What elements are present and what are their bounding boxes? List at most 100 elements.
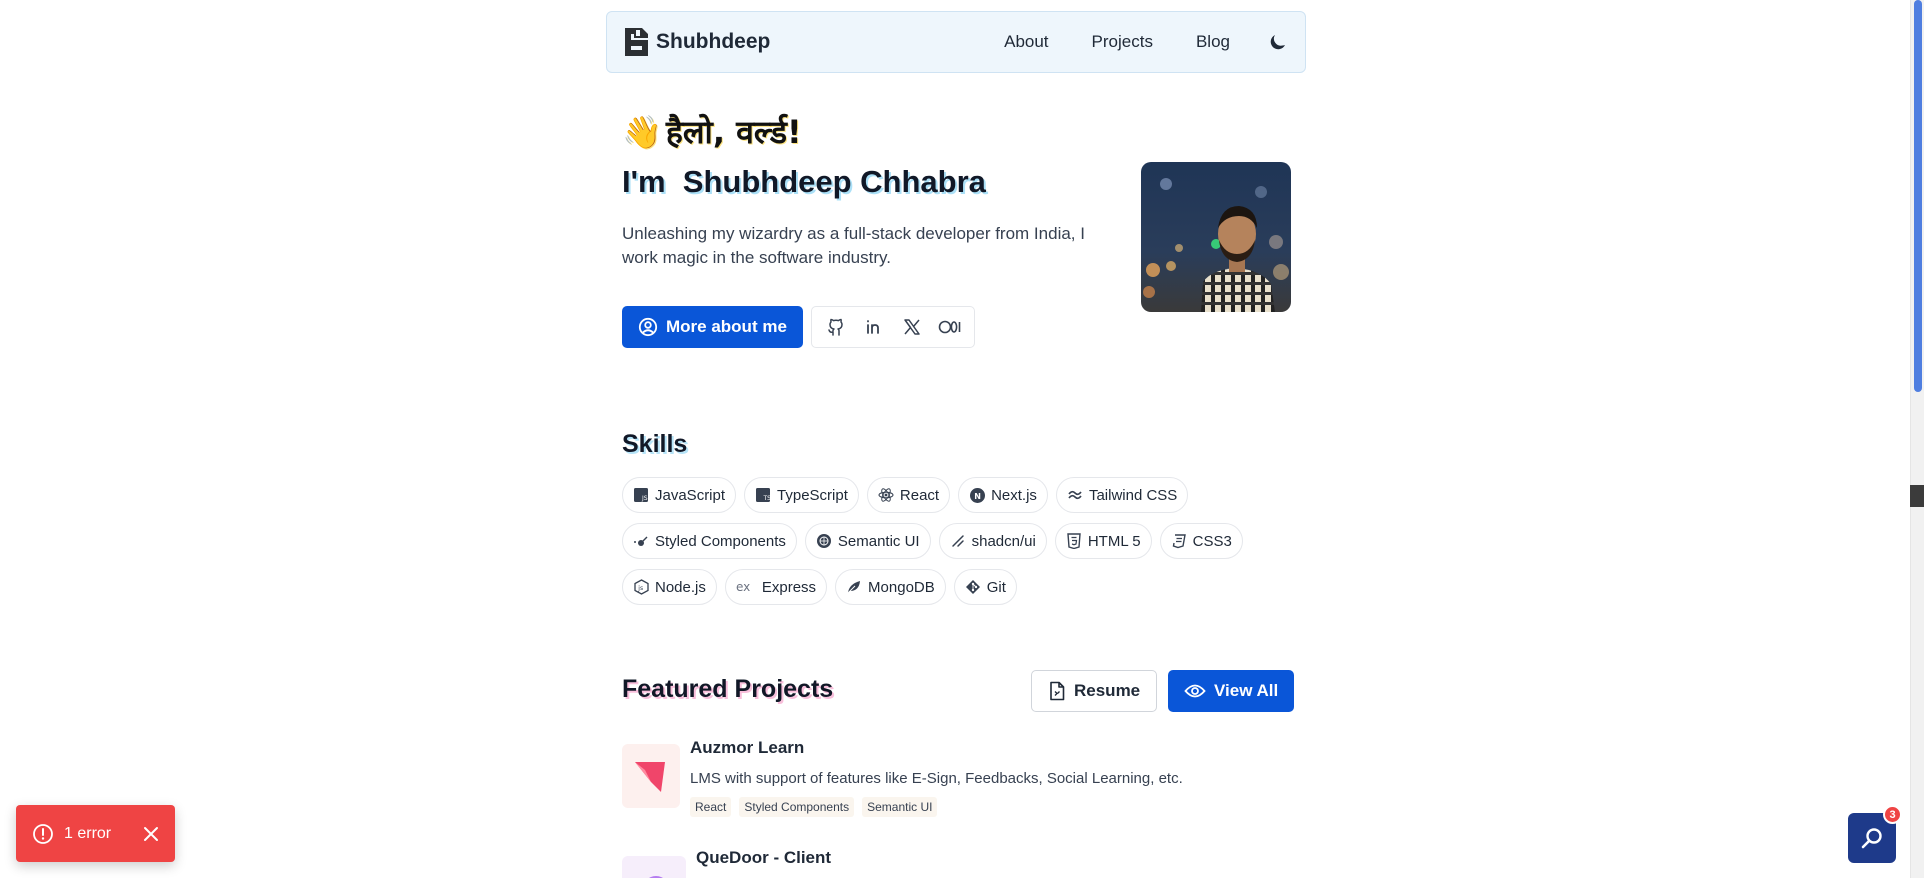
social-links [811, 306, 975, 348]
svg-text:ex: ex [736, 580, 750, 594]
styled-components-icon [633, 533, 649, 549]
nav-about[interactable]: About [1004, 32, 1048, 52]
notification-badge: 3 [1883, 805, 1902, 824]
file-icon [1050, 681, 1065, 701]
nextjs-icon: N [969, 487, 985, 503]
project-info: QueDoor - Client [696, 848, 831, 878]
svg-text:N: N [974, 492, 981, 501]
hero-title: I'm Shubhdeep Chhabra [622, 164, 986, 199]
skill-chip: ex Express [724, 569, 828, 605]
more-about-me-label: More about me [666, 317, 787, 336]
brand[interactable]: Shubhdeep [622, 26, 770, 58]
skill-chip: TS TypeScript [744, 477, 859, 513]
skill-chip: Semantic UI [804, 523, 931, 559]
skill-chip: CSS3 [1159, 523, 1243, 559]
view-all-button[interactable]: View All [1168, 670, 1295, 712]
skill-chip: Git [953, 569, 1017, 605]
skill-chip: Styled Components [622, 523, 797, 559]
view-all-label: View All [1214, 681, 1279, 700]
project-name: QueDoor - Client [696, 848, 832, 867]
skill-label: Git [986, 578, 1006, 596]
react-icon [878, 487, 894, 503]
quedoor-logo [622, 856, 686, 878]
featured-projects-title: Featured Projects [622, 675, 834, 703]
project-card[interactable]: QueDoor - Client [622, 848, 831, 878]
skill-chip: js Node.js [622, 569, 717, 605]
site-header: Shubhdeep About Projects Blog [606, 11, 1306, 73]
skill-label: CSS3 [1192, 532, 1232, 550]
skill-label: Express [761, 578, 817, 596]
page-scrollbar[interactable] [1910, 0, 1924, 878]
user-circle-icon [638, 317, 658, 337]
skill-label: TypeScript [777, 486, 848, 504]
skill-label: MongoDB [868, 578, 935, 596]
skill-chip: MongoDB [835, 569, 946, 605]
skill-label: React [899, 486, 940, 504]
brand-name: Shubhdeep [656, 30, 771, 53]
close-toast-button[interactable] [143, 826, 159, 842]
skill-chip: shadcn/ui [938, 523, 1047, 559]
skill-chip: JS JavaScript [622, 477, 737, 513]
project-tag: React [690, 797, 732, 817]
project-tag: Styled Components [739, 797, 855, 817]
more-about-me-button[interactable]: More about me [622, 306, 803, 348]
skill-chip: N Next.js [958, 477, 1048, 513]
express-icon: ex [736, 579, 756, 595]
skill-chip: HTML 5 [1054, 523, 1152, 559]
linkedin-icon [867, 320, 879, 334]
project-description: LMS with support of features like E-Sign… [690, 770, 1183, 787]
help-widget-button[interactable]: 3 [1848, 805, 1902, 863]
wave-emoji: 👋 [622, 112, 662, 151]
project-card[interactable]: Auzmor Learn LMS with support of feature… [622, 738, 1183, 817]
nav-links: About Projects Blog [961, 30, 1290, 54]
skill-label: Semantic UI [837, 532, 920, 550]
hero-description: Unleashing my wizardry as a full-stack d… [622, 224, 1085, 267]
greeting: 👋 हैलो, वर्ल्ड! [622, 110, 802, 153]
scrollbar-marker [1910, 485, 1924, 507]
svg-text:TS: TS [763, 495, 771, 502]
github-icon [828, 318, 843, 336]
auzmor-logo [622, 744, 680, 808]
resume-button[interactable]: Resume [1031, 670, 1158, 712]
medium-icon [938, 320, 961, 334]
skill-label: Tailwind CSS [1088, 486, 1178, 504]
html5-icon [1066, 533, 1082, 549]
project-name: Auzmor Learn [690, 738, 805, 757]
nav-projects[interactable]: Projects [1092, 32, 1153, 52]
error-toast[interactable]: 1 error [16, 805, 175, 862]
moon-icon [1270, 35, 1285, 50]
theme-toggle-button[interactable] [1266, 30, 1290, 54]
error-count: 1 error [64, 824, 112, 842]
nav-blog[interactable]: Blog [1196, 32, 1230, 52]
skill-label: Styled Components [655, 532, 786, 550]
linkedin-link[interactable] [856, 309, 892, 345]
shadcn-icon [950, 533, 966, 549]
nodejs-icon: js [633, 579, 649, 595]
help-widget-icon [1861, 828, 1882, 849]
javascript-icon: JS [633, 487, 649, 503]
brand-logo-icon [625, 28, 648, 56]
avatar-photo [1141, 162, 1291, 312]
greeting-text: हैलो, वर्ल्ड! [665, 113, 802, 151]
project-info: Auzmor Learn LMS with support of feature… [690, 738, 1183, 817]
project-tags: React Styled Components Semantic UI [690, 797, 1183, 817]
project-tag: Semantic UI [862, 797, 938, 817]
x-link[interactable] [894, 309, 930, 345]
skill-chip: React [866, 477, 951, 513]
avatar [1141, 162, 1291, 312]
skills-title: Skills [622, 430, 688, 458]
scrollbar-thumb[interactable] [1914, 0, 1922, 392]
semantic-ui-icon [816, 533, 832, 549]
git-icon [965, 579, 981, 595]
svg-text:JS: JS [641, 495, 648, 502]
medium-link[interactable] [932, 309, 968, 345]
skill-label: JavaScript [655, 486, 726, 504]
tailwind-icon [1067, 487, 1083, 503]
skill-label: shadcn/ui [971, 532, 1036, 550]
typescript-icon: TS [755, 487, 771, 503]
skill-label: Node.js [655, 578, 706, 596]
x-icon [904, 319, 920, 335]
github-link[interactable] [818, 309, 854, 345]
skill-label: HTML 5 [1087, 532, 1141, 550]
resume-label: Resume [1074, 681, 1141, 700]
